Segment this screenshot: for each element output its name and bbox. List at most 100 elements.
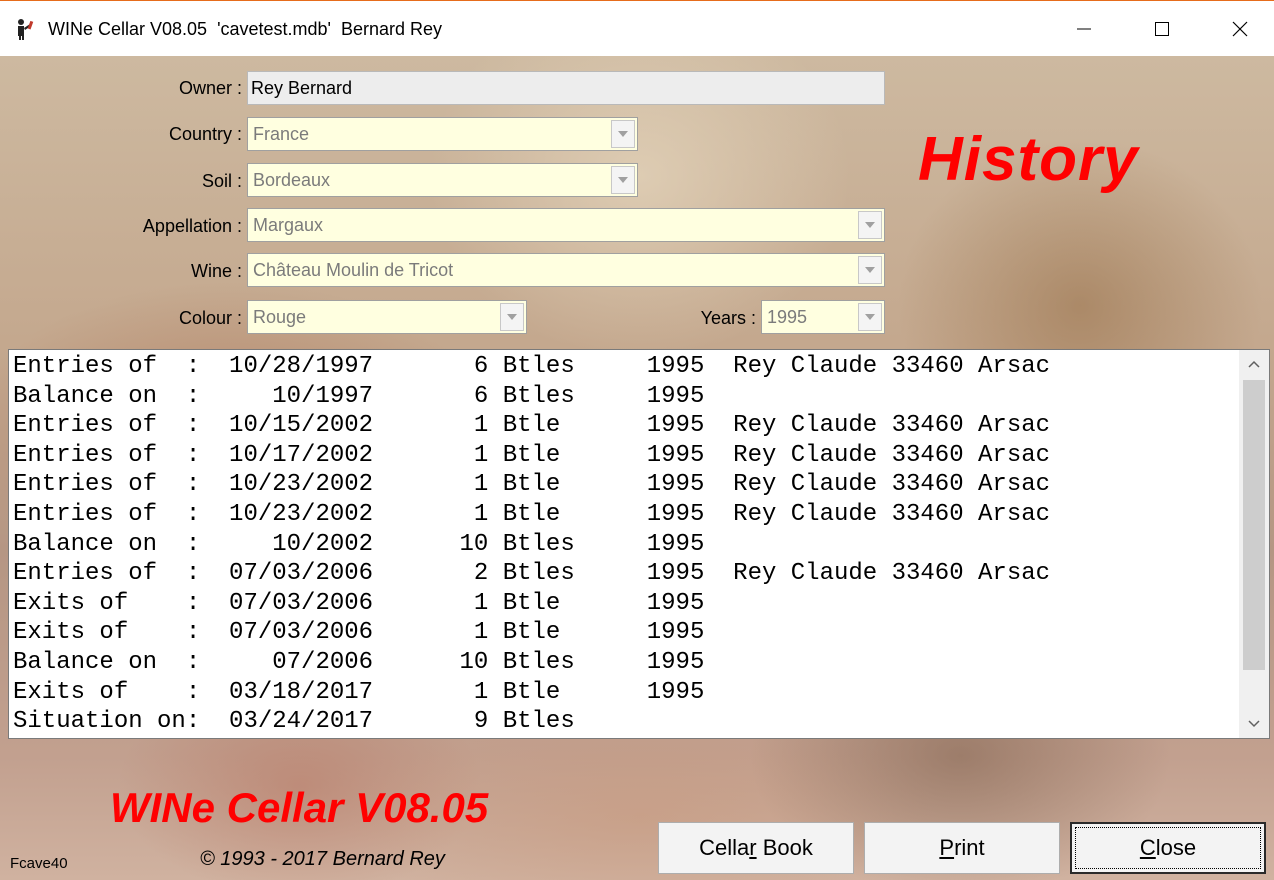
history-row[interactable]: Exits of : 07/03/2006 1 Btle 1995 <box>13 618 1050 648</box>
history-row[interactable]: Balance on : 10/2002 10 Btles 1995 <box>13 530 1050 560</box>
chevron-down-icon <box>865 222 875 228</box>
history-row-supplier: Rey Claude 33460 Arsac <box>733 500 1051 528</box>
soil-select[interactable]: Bordeaux <box>247 163 638 197</box>
history-row-type: Entries of : <box>13 441 201 469</box>
history-row[interactable]: Entries of : 10/28/1997 6 Btles 1995 Rey… <box>13 352 1050 382</box>
soil-value: Bordeaux <box>253 170 331 190</box>
maximize-button[interactable] <box>1132 1 1192 57</box>
history-row-unit: Btle <box>502 412 575 440</box>
history-list[interactable]: Entries of : 10/28/1997 6 Btles 1995 Rey… <box>8 349 1270 739</box>
window-title: WINe Cellar V08.05 'cavetest.mdb' Bernar… <box>48 19 443 39</box>
app-window: WINe Cellar V08.05 'cavetest.mdb' Bernar… <box>0 0 1274 880</box>
brand-logo-text: WINe Cellar V08.05 <box>110 784 489 831</box>
history-row-vintage: 1995 <box>646 353 705 380</box>
history-row-vintage: 1995 <box>646 412 705 440</box>
owner-field[interactable]: Rey Bernard <box>247 71 885 105</box>
history-row-quantity: 6 <box>459 382 489 410</box>
history-row-quantity: 10 <box>459 648 489 676</box>
scroll-down-button[interactable] <box>1239 710 1269 738</box>
history-row-quantity: 1 <box>459 678 489 706</box>
history-row-type: Situation on: <box>13 708 201 736</box>
country-select[interactable]: France <box>247 117 638 151</box>
history-row-vintage: 1995 <box>646 530 705 558</box>
history-row-unit: Btles <box>502 353 575 380</box>
history-row-quantity: 1 <box>459 471 489 499</box>
history-row-date: 07/03/2006 <box>229 560 374 588</box>
history-row-vintage: 1995 <box>646 560 705 588</box>
history-row-supplier: Rey Claude 33460 Arsac <box>733 441 1051 469</box>
appellation-value: Margaux <box>253 215 324 235</box>
history-row-vintage: 1995 <box>646 678 705 706</box>
history-row-date: 10/23/2002 <box>229 471 374 499</box>
history-row-type: Balance on : <box>13 648 201 676</box>
history-row[interactable]: Entries of : 10/17/2002 1 Btle 1995 Rey … <box>13 441 1050 471</box>
owner-label: Owner : <box>178 78 242 98</box>
scroll-thumb[interactable] <box>1243 380 1265 670</box>
country-dropdown-button[interactable] <box>611 120 635 148</box>
colour-label: Colour : <box>178 308 242 328</box>
chevron-down-icon <box>1248 720 1260 728</box>
country-value: France <box>253 124 310 144</box>
minimize-button[interactable] <box>1054 1 1114 57</box>
print-button[interactable]: Print <box>864 822 1060 874</box>
history-row-vintage: 1995 <box>646 441 705 469</box>
form-id-label: Fcave40 <box>10 855 68 872</box>
chevron-up-icon <box>1248 360 1260 368</box>
appellation-select[interactable]: Margaux <box>247 208 885 242</box>
wine-cellar-app-icon <box>18 19 34 40</box>
history-row[interactable]: Entries of : 10/23/2002 1 Btle 1995 Rey … <box>13 500 1050 530</box>
history-row-quantity: 1 <box>459 441 489 469</box>
wine-dropdown-button[interactable] <box>858 256 882 284</box>
history-row-quantity: 2 <box>459 560 489 588</box>
history-row[interactable]: Entries of : 10/23/2002 1 Btle 1995 Rey … <box>13 470 1050 500</box>
cellar-book-button[interactable]: Cellar Book <box>658 822 854 874</box>
years-select[interactable]: 1995 <box>761 300 885 334</box>
history-row-type: Exits of : <box>13 589 201 617</box>
history-row-unit: Btle <box>502 500 575 528</box>
appellation-label: Appellation : <box>142 216 242 236</box>
history-row-unit: Btles <box>502 382 575 410</box>
minimize-icon <box>1077 28 1091 30</box>
years-dropdown-button[interactable] <box>858 303 882 331</box>
copyright-text: © 1993 - 2017 Bernard Rey <box>200 848 445 870</box>
history-scrollbar[interactable] <box>1239 350 1269 738</box>
colour-dropdown-button[interactable] <box>500 303 524 331</box>
soil-dropdown-button[interactable] <box>611 166 635 194</box>
history-row[interactable]: Exits of : 03/18/2017 1 Btle 1995 <box>13 678 1050 708</box>
years-value: 1995 <box>767 307 808 327</box>
close-window-button[interactable] <box>1210 1 1270 57</box>
history-row-date: 07/2006 <box>229 648 374 676</box>
print-label: Print <box>939 835 985 860</box>
history-row-date: 10/1997 <box>229 382 374 410</box>
history-row[interactable]: Balance on : 10/1997 6 Btles 1995 <box>13 382 1050 412</box>
history-row-unit: Btles <box>502 560 575 588</box>
history-row-unit: Btle <box>502 471 575 499</box>
history-row-unit: Btle <box>502 619 575 647</box>
scroll-up-button[interactable] <box>1239 350 1269 378</box>
history-row-type: Entries of : <box>13 412 201 440</box>
close-button[interactable]: Close <box>1070 822 1266 874</box>
title-bar[interactable]: WINe Cellar V08.05 'cavetest.mdb' Bernar… <box>0 0 1274 56</box>
history-row-date: 03/18/2017 <box>229 678 374 706</box>
history-row-type: Entries of : <box>13 560 201 588</box>
history-row[interactable]: Entries of : 10/15/2002 1 Btle 1995 Rey … <box>13 411 1050 441</box>
chevron-down-icon <box>865 267 875 273</box>
history-row-date: 10/28/1997 <box>229 353 374 380</box>
wine-select[interactable]: Château Moulin de Tricot <box>247 253 885 287</box>
focus-rectangle <box>1075 827 1261 869</box>
history-row[interactable]: Situation on: 03/24/2017 9 Btles <box>13 707 1050 737</box>
close-icon <box>1232 21 1248 37</box>
history-row[interactable]: Entries of : 07/03/2006 2 Btles 1995 Rey… <box>13 559 1050 589</box>
appellation-dropdown-button[interactable] <box>858 211 882 239</box>
history-heading: History <box>918 125 1139 194</box>
history-row[interactable]: Exits of : 07/03/2006 1 Btle 1995 <box>13 589 1050 619</box>
history-row-type: Entries of : <box>13 471 201 499</box>
colour-select[interactable]: Rouge <box>247 300 527 334</box>
history-row[interactable]: Balance on : 07/2006 10 Btles 1995 <box>13 648 1050 678</box>
history-row-supplier: Rey Claude 33460 Arsac <box>733 353 1051 380</box>
colour-value: Rouge <box>253 307 307 327</box>
history-row-unit: Btles <box>502 708 575 736</box>
cellar-book-label: Cellar Book <box>699 835 813 860</box>
history-row-type: Entries of : <box>13 500 201 528</box>
years-label: Years : <box>700 308 756 328</box>
